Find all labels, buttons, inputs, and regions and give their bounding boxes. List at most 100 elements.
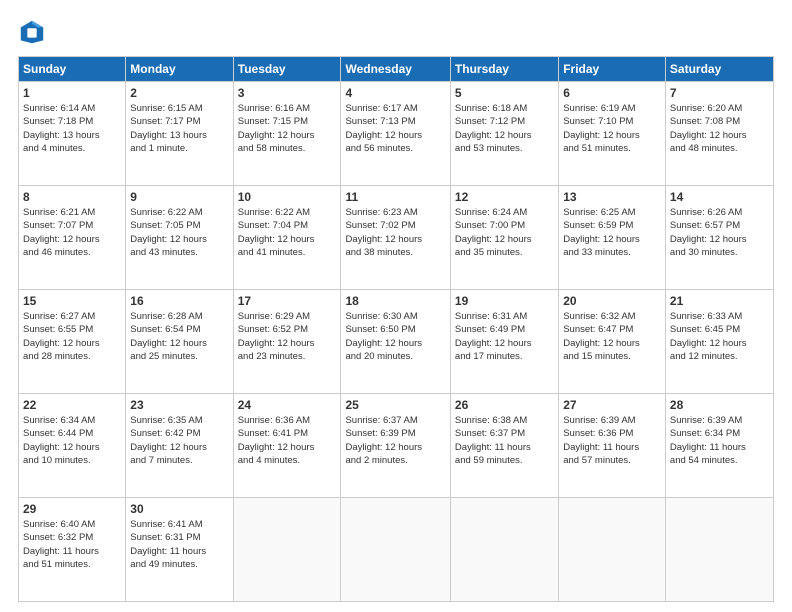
table-cell: 10 Sunrise: 6:22 AMSunset: 7:04 PMDayligh… [233, 186, 341, 290]
table-cell: 30 Sunrise: 6:41 AMSunset: 6:31 PMDayligh… [126, 498, 233, 602]
day-number: 1 [23, 86, 121, 100]
day-number: 20 [563, 294, 661, 308]
table-cell: 19 Sunrise: 6:31 AMSunset: 6:49 PMDayligh… [450, 290, 558, 394]
page: Sunday Monday Tuesday Wednesday Thursday… [0, 0, 792, 612]
table-cell: 23 Sunrise: 6:35 AMSunset: 6:42 PMDayligh… [126, 394, 233, 498]
day-info: Sunrise: 6:14 AMSunset: 7:18 PMDaylight:… [23, 102, 121, 155]
header [18, 18, 774, 46]
day-number: 24 [238, 398, 337, 412]
day-info: Sunrise: 6:29 AMSunset: 6:52 PMDaylight:… [238, 310, 337, 363]
day-info: Sunrise: 6:19 AMSunset: 7:10 PMDaylight:… [563, 102, 661, 155]
col-friday: Friday [559, 57, 666, 82]
table-cell: 7 Sunrise: 6:20 AMSunset: 7:08 PMDaylight… [665, 82, 773, 186]
day-number: 23 [130, 398, 228, 412]
table-cell: 12Sunrise: 6:24 AMSunset: 7:00 PMDayligh… [450, 186, 558, 290]
day-info: Sunrise: 6:38 AMSunset: 6:37 PMDaylight:… [455, 414, 554, 467]
logo-icon [18, 18, 46, 46]
table-cell [559, 498, 666, 602]
header-row: Sunday Monday Tuesday Wednesday Thursday… [19, 57, 774, 82]
day-number: 26 [455, 398, 554, 412]
day-info: Sunrise: 6:40 AMSunset: 6:32 PMDaylight:… [23, 518, 121, 571]
table-cell: 18 Sunrise: 6:30 AMSunset: 6:50 PMDayligh… [341, 290, 450, 394]
day-number: 30 [130, 502, 228, 516]
day-number: 3 [238, 86, 337, 100]
day-number: 4 [345, 86, 445, 100]
day-info: Sunrise: 6:27 AMSunset: 6:55 PMDaylight:… [23, 310, 121, 363]
table-cell: 2 Sunrise: 6:15 AMSunset: 7:17 PMDaylight… [126, 82, 233, 186]
day-number: 17 [238, 294, 337, 308]
table-cell: 8Sunrise: 6:21 AMSunset: 7:07 PMDaylight… [19, 186, 126, 290]
day-info: Sunrise: 6:24 AMSunset: 7:00 PMDaylight:… [455, 206, 554, 259]
col-monday: Monday [126, 57, 233, 82]
day-info: Sunrise: 6:22 AMSunset: 7:04 PMDaylight:… [238, 206, 337, 259]
table-cell [341, 498, 450, 602]
day-info: Sunrise: 6:20 AMSunset: 7:08 PMDaylight:… [670, 102, 769, 155]
day-info: Sunrise: 6:34 AMSunset: 6:44 PMDaylight:… [23, 414, 121, 467]
col-sunday: Sunday [19, 57, 126, 82]
table-cell: 17 Sunrise: 6:29 AMSunset: 6:52 PMDayligh… [233, 290, 341, 394]
day-number: 18 [345, 294, 445, 308]
day-number: 15 [23, 294, 121, 308]
table-row: 22 Sunrise: 6:34 AMSunset: 6:44 PMDayligh… [19, 394, 774, 498]
day-number: 28 [670, 398, 769, 412]
day-number: 7 [670, 86, 769, 100]
table-cell: 11 Sunrise: 6:23 AMSunset: 7:02 PMDayligh… [341, 186, 450, 290]
table-cell: 1 Sunrise: 6:14 AMSunset: 7:18 PMDaylight… [19, 82, 126, 186]
table-cell: 4 Sunrise: 6:17 AMSunset: 7:13 PMDaylight… [341, 82, 450, 186]
day-number: 16 [130, 294, 228, 308]
table-row: 15 Sunrise: 6:27 AMSunset: 6:55 PMDayligh… [19, 290, 774, 394]
table-row: 8Sunrise: 6:21 AMSunset: 7:07 PMDaylight… [19, 186, 774, 290]
table-cell: 3Sunrise: 6:16 AMSunset: 7:15 PMDaylight… [233, 82, 341, 186]
col-thursday: Thursday [450, 57, 558, 82]
day-info: Sunrise: 6:36 AMSunset: 6:41 PMDaylight:… [238, 414, 337, 467]
day-info: Sunrise: 6:21 AMSunset: 7:07 PMDaylight:… [23, 206, 121, 259]
col-tuesday: Tuesday [233, 57, 341, 82]
day-info: Sunrise: 6:33 AMSunset: 6:45 PMDaylight:… [670, 310, 769, 363]
day-number: 5 [455, 86, 554, 100]
table-cell: 6 Sunrise: 6:19 AMSunset: 7:10 PMDaylight… [559, 82, 666, 186]
table-cell: 29 Sunrise: 6:40 AMSunset: 6:32 PMDayligh… [19, 498, 126, 602]
table-cell: 28Sunrise: 6:39 AMSunset: 6:34 PMDayligh… [665, 394, 773, 498]
day-number: 19 [455, 294, 554, 308]
day-number: 2 [130, 86, 228, 100]
day-info: Sunrise: 6:28 AMSunset: 6:54 PMDaylight:… [130, 310, 228, 363]
day-info: Sunrise: 6:31 AMSunset: 6:49 PMDaylight:… [455, 310, 554, 363]
day-info: Sunrise: 6:17 AMSunset: 7:13 PMDaylight:… [345, 102, 445, 155]
day-number: 29 [23, 502, 121, 516]
col-wednesday: Wednesday [341, 57, 450, 82]
table-cell: 26 Sunrise: 6:38 AMSunset: 6:37 PMDayligh… [450, 394, 558, 498]
table-row: 29 Sunrise: 6:40 AMSunset: 6:32 PMDayligh… [19, 498, 774, 602]
day-number: 25 [345, 398, 445, 412]
table-cell: 27Sunrise: 6:39 AMSunset: 6:36 PMDayligh… [559, 394, 666, 498]
col-saturday: Saturday [665, 57, 773, 82]
table-cell: 5 Sunrise: 6:18 AMSunset: 7:12 PMDaylight… [450, 82, 558, 186]
day-number: 22 [23, 398, 121, 412]
day-number: 13 [563, 190, 661, 204]
day-number: 10 [238, 190, 337, 204]
table-cell [450, 498, 558, 602]
day-info: Sunrise: 6:35 AMSunset: 6:42 PMDaylight:… [130, 414, 228, 467]
table-cell: 24 Sunrise: 6:36 AMSunset: 6:41 PMDayligh… [233, 394, 341, 498]
table-cell: 21 Sunrise: 6:33 AMSunset: 6:45 PMDayligh… [665, 290, 773, 394]
day-number: 21 [670, 294, 769, 308]
table-cell: 9Sunrise: 6:22 AMSunset: 7:05 PMDaylight… [126, 186, 233, 290]
day-number: 11 [345, 190, 445, 204]
day-number: 14 [670, 190, 769, 204]
table-cell [665, 498, 773, 602]
table-cell: 25 Sunrise: 6:37 AMSunset: 6:39 PMDayligh… [341, 394, 450, 498]
day-info: Sunrise: 6:37 AMSunset: 6:39 PMDaylight:… [345, 414, 445, 467]
logo [18, 18, 48, 46]
table-cell: 13Sunrise: 6:25 AMSunset: 6:59 PMDayligh… [559, 186, 666, 290]
table-row: 1 Sunrise: 6:14 AMSunset: 7:18 PMDaylight… [19, 82, 774, 186]
day-info: Sunrise: 6:23 AMSunset: 7:02 PMDaylight:… [345, 206, 445, 259]
day-info: Sunrise: 6:18 AMSunset: 7:12 PMDaylight:… [455, 102, 554, 155]
day-info: Sunrise: 6:41 AMSunset: 6:31 PMDaylight:… [130, 518, 228, 571]
table-cell: 16 Sunrise: 6:28 AMSunset: 6:54 PMDayligh… [126, 290, 233, 394]
table-cell: 20Sunrise: 6:32 AMSunset: 6:47 PMDayligh… [559, 290, 666, 394]
day-number: 6 [563, 86, 661, 100]
day-info: Sunrise: 6:30 AMSunset: 6:50 PMDaylight:… [345, 310, 445, 363]
day-info: Sunrise: 6:15 AMSunset: 7:17 PMDaylight:… [130, 102, 228, 155]
calendar-table: Sunday Monday Tuesday Wednesday Thursday… [18, 56, 774, 602]
table-cell: 22 Sunrise: 6:34 AMSunset: 6:44 PMDayligh… [19, 394, 126, 498]
day-info: Sunrise: 6:26 AMSunset: 6:57 PMDaylight:… [670, 206, 769, 259]
